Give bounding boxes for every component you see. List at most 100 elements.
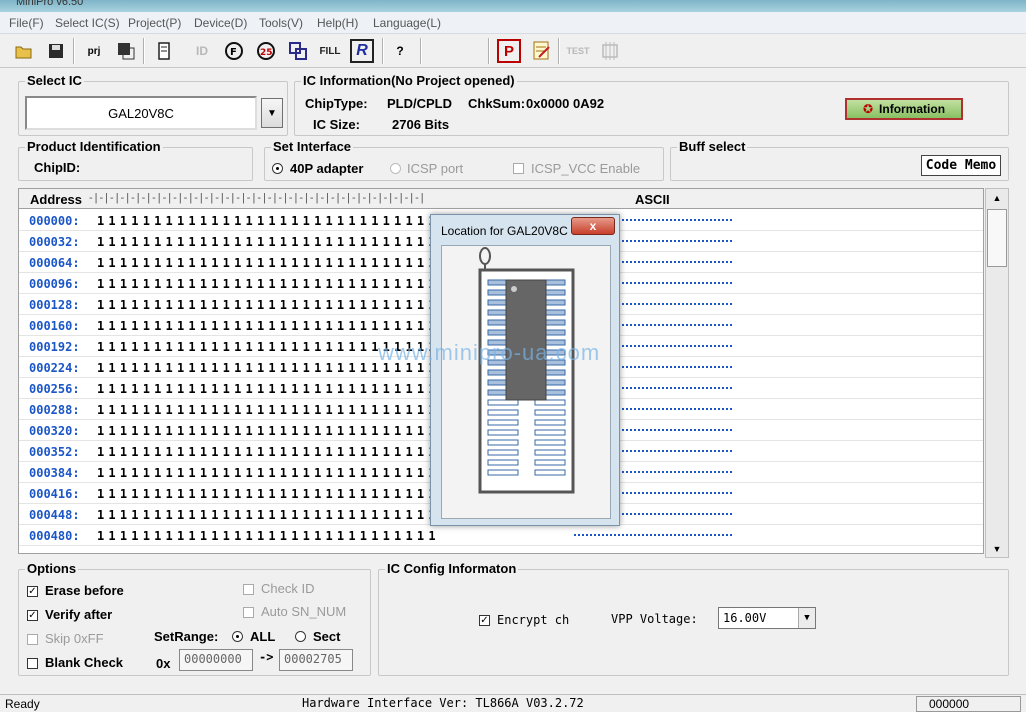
row-bits[interactable]: 111111111111111111111111111111 xyxy=(97,319,440,333)
socket-pin xyxy=(534,439,566,446)
svg-text:F: F xyxy=(230,47,237,58)
scroll-thumb[interactable] xyxy=(987,209,1007,267)
erase-before-checkbox[interactable]: ✓ xyxy=(27,586,38,597)
range-sect-radio[interactable] xyxy=(295,631,306,642)
verify-icon[interactable]: 25 xyxy=(254,39,278,63)
menu-help[interactable]: Help(H) xyxy=(317,16,358,30)
ic-info-group: IC Information(No Project opened) ChipTy… xyxy=(294,73,1009,136)
buff-select-title: Buff select xyxy=(677,139,748,154)
row-bits[interactable]: 111111111111111111111111111111 xyxy=(97,403,440,417)
window-title: MiniPro v6.50 xyxy=(16,0,84,8)
row-bits[interactable]: 111111111111111111111111111111 xyxy=(97,466,440,480)
read-icon[interactable]: F xyxy=(222,39,246,63)
row-bits[interactable]: 111111111111111111111111111111 xyxy=(97,277,440,291)
row-address: 000480: xyxy=(29,529,80,543)
ascii-dots xyxy=(574,534,732,536)
menu-tools[interactable]: Tools(V) xyxy=(259,16,303,30)
code-memo-button[interactable]: Code Memo xyxy=(921,155,1001,176)
id-icon[interactable]: ID xyxy=(190,39,214,63)
fill-icon[interactable]: FILL xyxy=(318,39,342,63)
row-address: 000000: xyxy=(29,214,80,228)
row-bits[interactable]: 111111111111111111111111111111 xyxy=(97,214,440,228)
blank-check-checkbox[interactable] xyxy=(27,658,38,669)
row-address: 000064: xyxy=(29,256,80,270)
toolbar-separator xyxy=(382,38,384,64)
open-folder-icon[interactable] xyxy=(12,39,36,63)
information-button[interactable]: ✪ Information xyxy=(845,98,963,120)
encrypt-label: Encrypt ch xyxy=(497,613,570,627)
ic-select-box[interactable]: GAL20V8C xyxy=(25,96,257,130)
socket-pin xyxy=(487,439,519,446)
address-header: Address xyxy=(30,192,83,207)
program-icon[interactable] xyxy=(286,39,310,63)
protect-icon[interactable]: P xyxy=(497,39,521,63)
icsp-vcc-checkbox[interactable] xyxy=(513,163,524,174)
auto-sn-label: Auto SN_NUM xyxy=(261,604,347,619)
row-bits[interactable]: 111111111111111111111111111111 xyxy=(97,235,440,249)
row-bits[interactable]: 111111111111111111111111111111 xyxy=(97,529,440,543)
row-address: 000416: xyxy=(29,487,80,501)
socket-pin xyxy=(534,469,566,476)
menu-language[interactable]: Language(L) xyxy=(373,16,441,30)
close-button[interactable]: x xyxy=(571,217,615,235)
verify-after-checkbox[interactable]: ✓ xyxy=(27,610,38,621)
save-project-icon[interactable] xyxy=(114,39,138,63)
skip-ff-checkbox[interactable] xyxy=(27,634,38,645)
chevron-down-icon[interactable]: ▼ xyxy=(798,608,815,628)
p-label: P xyxy=(503,42,514,60)
adapter-radio[interactable] xyxy=(272,163,283,174)
test-icon[interactable]: TEST xyxy=(566,39,590,63)
row-bits[interactable]: 111111111111111111111111111111 xyxy=(97,508,440,522)
prj-label: prj xyxy=(87,45,101,57)
save-icon[interactable] xyxy=(44,39,68,63)
location-dialog-title: Location for GAL20V8C xyxy=(441,224,568,238)
socket-pin xyxy=(534,409,566,416)
check-id-checkbox[interactable] xyxy=(243,584,254,595)
vpp-voltage-value: 16.00V xyxy=(723,611,767,625)
vpp-voltage-select[interactable]: 16.00V ▼ xyxy=(718,607,816,629)
table-row[interactable]: 000480: 111111111111111111111111111111 xyxy=(19,525,983,546)
options-title: Options xyxy=(25,561,79,576)
menu-project[interactable]: Project(P) xyxy=(128,16,181,30)
socket-pin xyxy=(487,459,519,466)
range-start-input[interactable]: 00000000 xyxy=(179,649,253,671)
row-bits[interactable]: 111111111111111111111111111111 xyxy=(97,382,440,396)
scroll-up-icon[interactable]: ▲ xyxy=(987,190,1007,206)
edit-icon[interactable] xyxy=(530,39,554,63)
encrypt-checkbox[interactable]: ✓ xyxy=(479,615,490,626)
vertical-scrollbar[interactable]: ▲ ▼ xyxy=(985,188,1009,558)
setrange-label: SetRange: xyxy=(154,629,219,644)
set-interface-title: Set Interface xyxy=(271,139,354,154)
row-bits[interactable]: 111111111111111111111111111111 xyxy=(97,445,440,459)
row-bits[interactable]: 111111111111111111111111111111 xyxy=(97,256,440,270)
menu-select-ic[interactable]: Select IC(S) xyxy=(55,16,120,30)
chip-read-icon[interactable] xyxy=(152,39,176,63)
row-bits[interactable]: 111111111111111111111111111111 xyxy=(97,487,440,501)
menu-device[interactable]: Device(D) xyxy=(194,16,247,30)
select-ic-title: Select IC xyxy=(25,73,84,88)
range-all-label: ALL xyxy=(250,629,276,644)
chip-test-icon[interactable] xyxy=(598,39,622,63)
socket-pin xyxy=(487,429,519,436)
r-icon[interactable]: R xyxy=(350,39,374,63)
scroll-down-icon[interactable]: ▼ xyxy=(987,541,1007,557)
chiptype-value: PLD/CPLD xyxy=(387,96,452,111)
menu-file[interactable]: File(F) xyxy=(9,16,44,30)
row-bits[interactable]: 111111111111111111111111111111 xyxy=(97,298,440,312)
open-project-icon[interactable]: prj xyxy=(82,39,106,63)
icsp-radio[interactable] xyxy=(390,163,401,174)
help-icon[interactable]: ? xyxy=(388,39,412,63)
svg-text:25: 25 xyxy=(260,48,273,58)
ic-config-title: IC Config Informaton xyxy=(385,561,519,576)
icsize-label: IC Size: xyxy=(313,117,360,132)
row-bits[interactable]: 111111111111111111111111111111 xyxy=(97,424,440,438)
range-arrow: -> xyxy=(259,650,274,664)
row-address: 000352: xyxy=(29,445,80,459)
icsp-vcc-label: ICSP_VCC Enable xyxy=(531,161,641,176)
select-ic-group: Select IC GAL20V8C ▼ xyxy=(18,73,288,136)
range-end-input[interactable]: 00002705 xyxy=(279,649,353,671)
chiptype-label: ChipType: xyxy=(305,96,368,111)
ic-dropdown-button[interactable]: ▼ xyxy=(261,98,283,128)
auto-sn-checkbox[interactable] xyxy=(243,607,254,618)
range-all-radio[interactable] xyxy=(232,631,243,642)
